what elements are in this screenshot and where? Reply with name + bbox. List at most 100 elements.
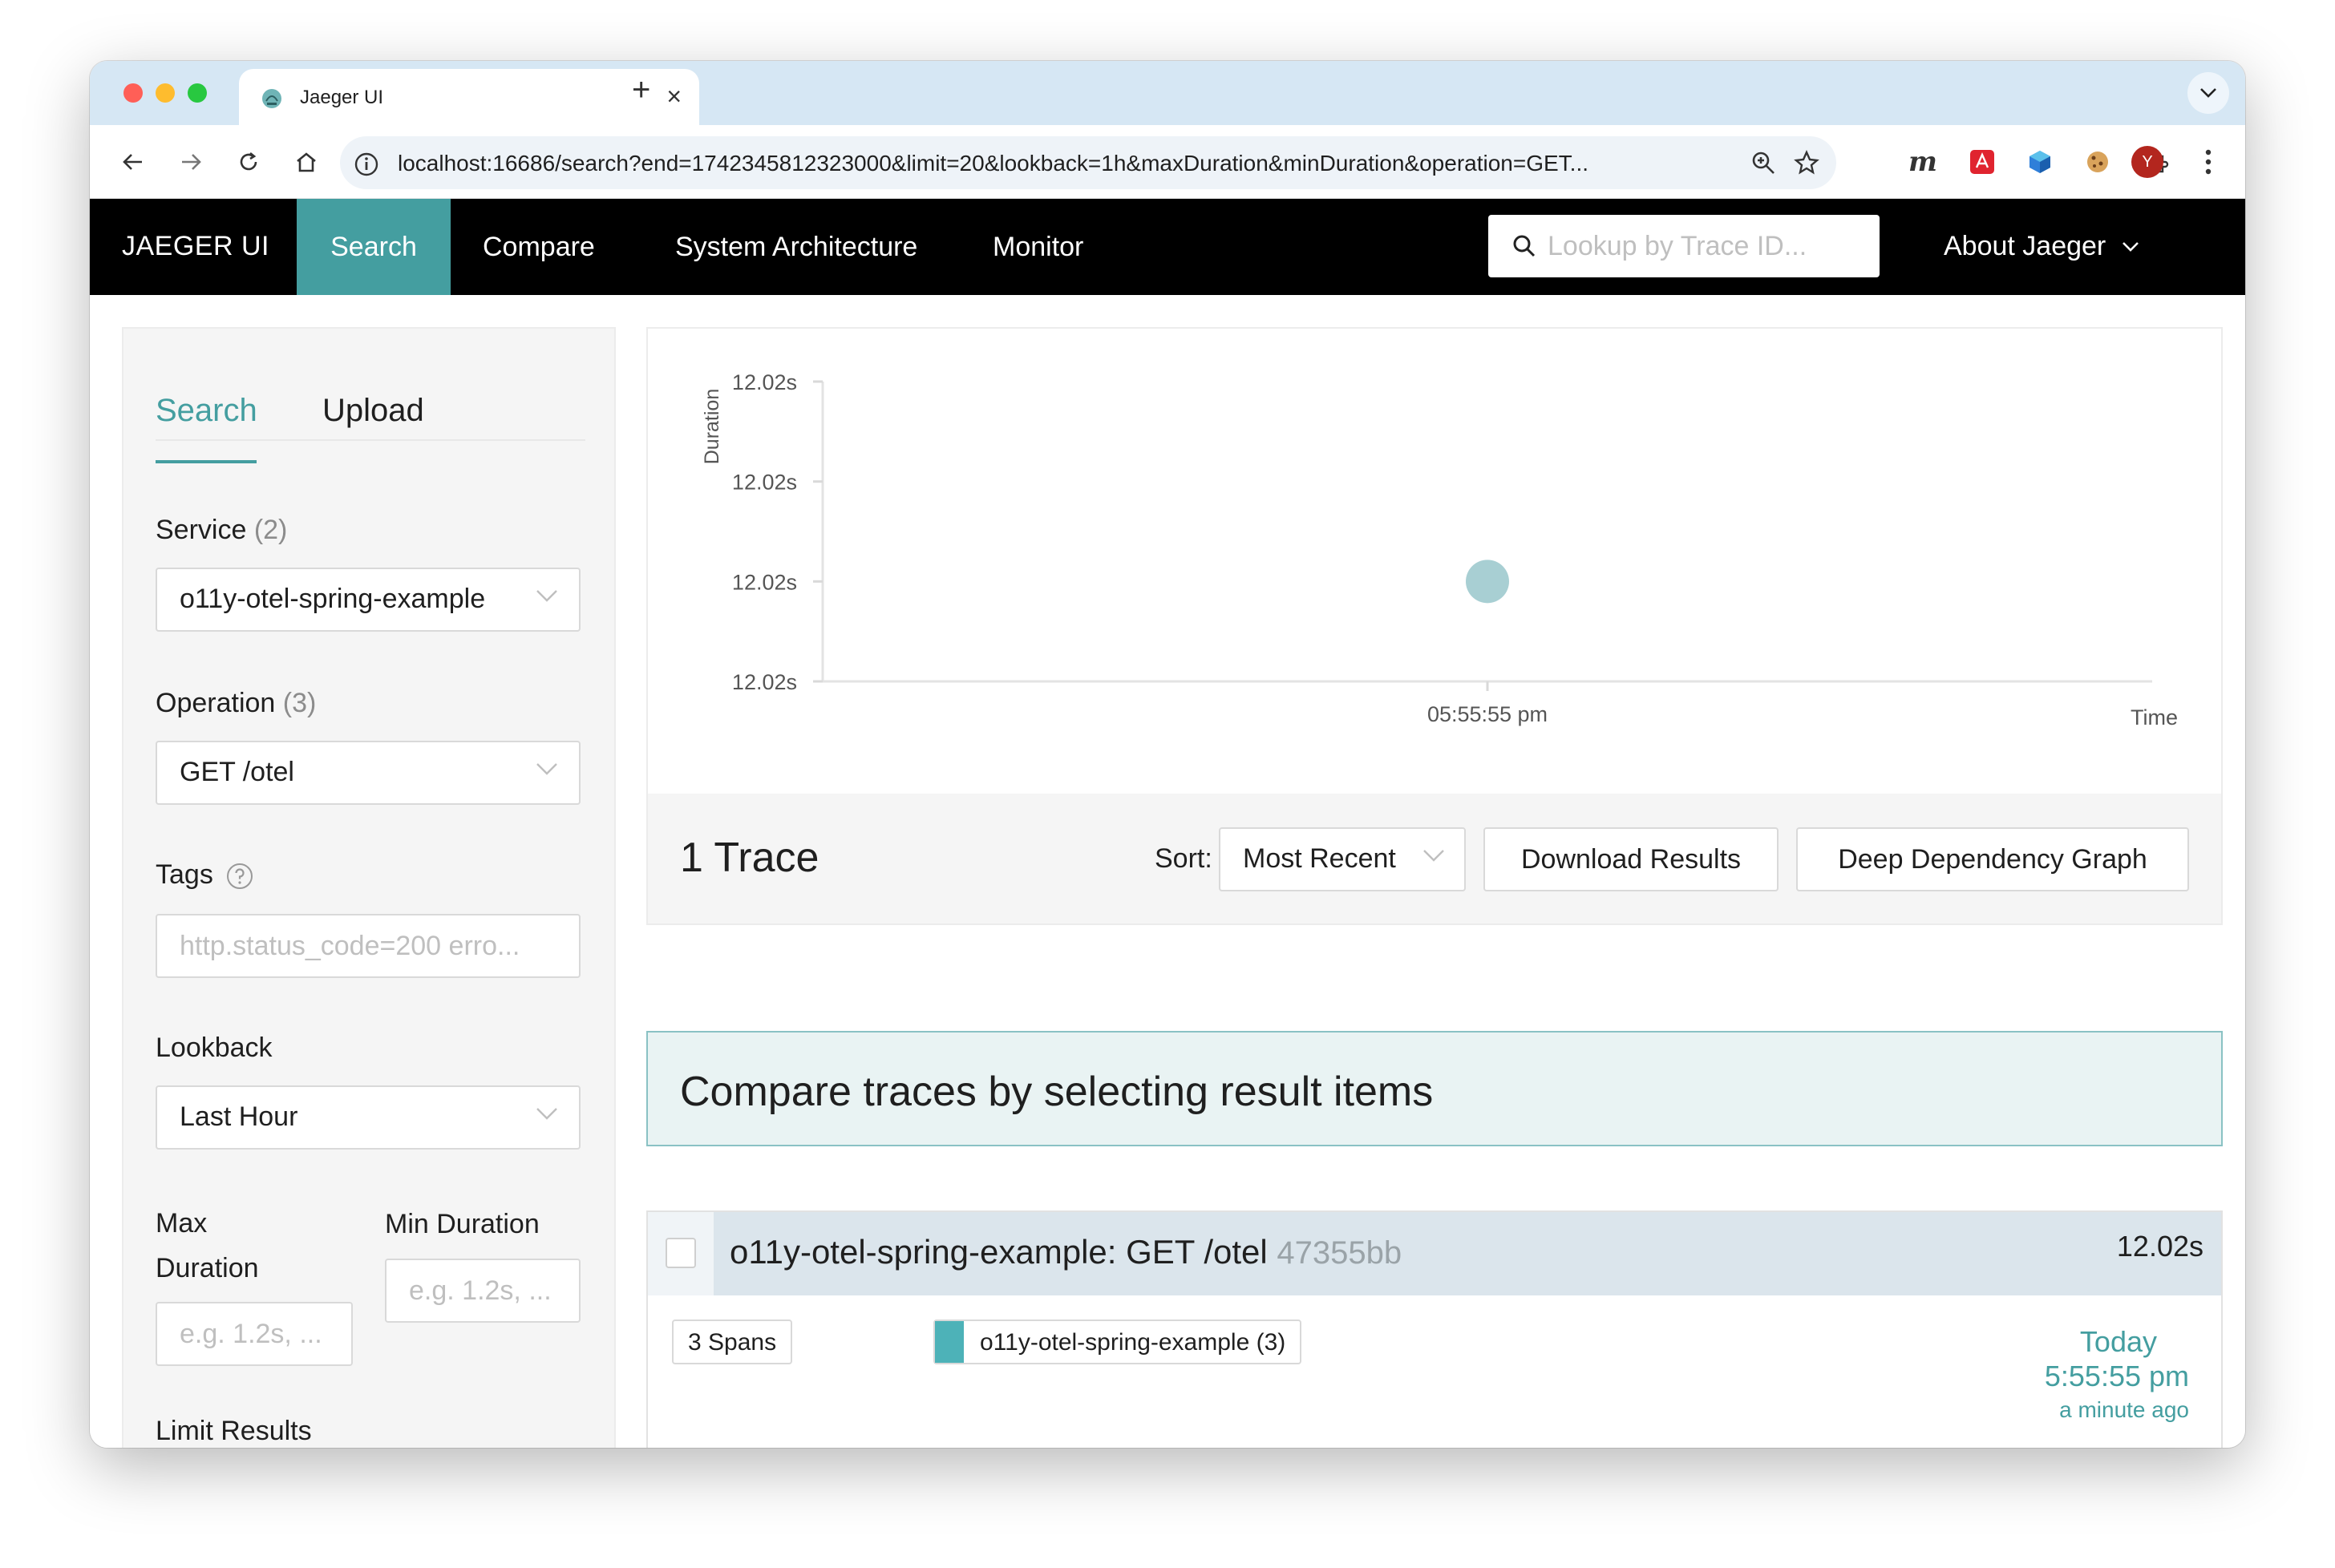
operation-select[interactable]: GET /otel (156, 741, 581, 805)
forward-arrow-icon (182, 154, 201, 170)
lookback-select[interactable]: Last Hour (156, 1085, 581, 1150)
search-icon (1513, 235, 1536, 257)
service-count: (2) (253, 515, 288, 545)
tags-input[interactable] (156, 914, 581, 978)
bookmark-star-icon[interactable] (1793, 149, 1820, 176)
trace-select-cell (648, 1212, 714, 1295)
max-duration-input[interactable] (156, 1302, 353, 1366)
browser-window: Jaeger UI × + localhost:16686/search?end… (90, 61, 2245, 1448)
trace-point[interactable] (1466, 560, 1509, 604)
nav-monitor[interactable]: Monitor (961, 199, 1115, 295)
extension-cube-icon[interactable] (2024, 146, 2056, 178)
extension-m-icon[interactable]: m (1907, 146, 1939, 178)
trace-result-body: 3 Spans o11y-otel-spring-example (3) Tod… (648, 1295, 2221, 1448)
close-tab-icon[interactable]: × (666, 82, 682, 111)
service-value: o11y-otel-spring-example (180, 584, 486, 614)
y-tick-label: 12.02s (732, 670, 797, 694)
compare-banner: Compare traces by selecting result items (646, 1031, 2223, 1146)
tags-label: Tags (156, 859, 254, 891)
jaeger-favicon-icon (262, 89, 281, 108)
tab-title: Jaeger UI (300, 87, 384, 108)
active-tab-indicator (156, 460, 257, 463)
zoom-icon[interactable] (1750, 149, 1777, 176)
service-color-swatch (935, 1321, 964, 1363)
back-button[interactable] (117, 146, 149, 178)
reload-button[interactable] (233, 146, 265, 178)
tab-upload[interactable]: Upload (322, 393, 424, 429)
y-tick-label: 12.02s (732, 370, 797, 394)
chevron-down-icon (536, 1108, 557, 1120)
trace-title-text: o11y-otel-spring-example: GET /otel (730, 1233, 1268, 1271)
profile-avatar[interactable]: Y (2131, 146, 2163, 178)
results-header: 1 Trace Sort: Most Recent Download Resul… (646, 794, 2223, 925)
operation-value: GET /otel (180, 757, 294, 787)
address-bar[interactable]: localhost:16686/search?end=1742345812323… (340, 136, 1836, 189)
trace-id-input[interactable] (1548, 224, 1868, 268)
browser-menu-button[interactable] (2192, 146, 2224, 178)
chevron-down-icon (1423, 850, 1444, 862)
chevron-down-icon (536, 763, 557, 775)
site-info-icon[interactable] (353, 151, 380, 178)
trace-select-checkbox[interactable] (666, 1238, 696, 1268)
chevron-down-icon (2123, 241, 2139, 252)
trace-scatter-chart: 12.02s 12.02s 12.02s 12.02s Duration 05:55:55… (646, 327, 2223, 795)
forward-button[interactable] (175, 146, 207, 178)
maximize-window-button[interactable] (188, 83, 207, 103)
about-jaeger-menu[interactable]: About Jaeger (1944, 231, 2139, 262)
min-duration-label: Min Duration (385, 1209, 540, 1239)
trace-id-lookup[interactable] (1488, 215, 1880, 277)
lookback-value: Last Hour (180, 1101, 298, 1132)
extension-cookie-icon[interactable] (2082, 146, 2114, 178)
reload-icon (240, 152, 257, 171)
browser-tab[interactable]: Jaeger UI × (239, 69, 699, 125)
trace-date: Today (2079, 1325, 2157, 1358)
trace-id: 47355bb (1277, 1235, 1402, 1271)
limit-results-label: Limit Results (156, 1416, 312, 1446)
chevron-down-icon (536, 590, 557, 602)
operation-count: (3) (282, 688, 317, 718)
minimize-window-button[interactable] (156, 83, 175, 103)
tab-search[interactable]: Search (156, 393, 257, 429)
x-axis-label: Time (2131, 705, 2178, 729)
close-window-button[interactable] (123, 83, 143, 103)
chevron-down-icon (2200, 88, 2216, 98)
max-duration-label: Max Duration (156, 1208, 259, 1283)
y-axis-label: Duration (701, 389, 723, 465)
tab-search-button[interactable] (2187, 72, 2229, 114)
min-duration-input[interactable] (385, 1259, 581, 1323)
back-arrow-icon (123, 154, 142, 170)
trace-time: 5:55:55 pm (2044, 1360, 2189, 1392)
trace-start-time: Today 5:55:55 pm a minute ago (2045, 1324, 2189, 1427)
x-tick-label: 05:55:55 pm (1427, 702, 1548, 726)
jaeger-top-nav: JAEGER UI Search Compare System Architec… (90, 199, 2245, 295)
new-tab-icon[interactable]: + (632, 72, 650, 108)
trace-result-header[interactable]: o11y-otel-spring-example: GET /otel 4735… (648, 1212, 2221, 1295)
home-button[interactable] (290, 146, 322, 178)
nav-compare[interactable]: Compare (451, 199, 627, 295)
more-vertical-icon (2205, 149, 2212, 175)
y-tick-label: 12.02s (732, 471, 797, 495)
jaeger-brand[interactable]: JAEGER UI (122, 231, 269, 262)
content-area: Search Upload Service (2) o11y-otel-spri… (90, 295, 2245, 1448)
results-count: 1 Trace (680, 835, 819, 881)
trace-result-item[interactable]: o11y-otel-spring-example: GET /otel 4735… (646, 1210, 2223, 1448)
download-results-button[interactable]: Download Results (1483, 827, 1779, 891)
search-sidebar: Search Upload Service (2) o11y-otel-spri… (122, 327, 616, 1448)
operation-label: Operation (3) (156, 688, 317, 718)
sort-select[interactable]: Most Recent (1219, 827, 1466, 891)
span-count-tag: 3 Spans (672, 1319, 793, 1364)
trace-duration: 12.02s (2116, 1230, 2203, 1263)
service-select[interactable]: o11y-otel-spring-example (156, 568, 581, 632)
extension-pdf-icon[interactable] (1966, 146, 1998, 178)
sort-label: Sort: (1155, 843, 1212, 874)
sidebar-tabs: Search Upload (156, 393, 585, 463)
service-tag: o11y-otel-spring-example (3) (933, 1319, 1302, 1364)
sort-value: Most Recent (1243, 843, 1396, 874)
help-icon[interactable] (225, 862, 254, 891)
service-tag-label: o11y-otel-spring-example (3) (980, 1329, 1286, 1356)
nav-search[interactable]: Search (297, 199, 451, 295)
trace-title[interactable]: o11y-otel-spring-example: GET /otel 4735… (730, 1233, 1402, 1271)
url-text[interactable]: localhost:16686/search?end=1742345812323… (398, 151, 1713, 176)
nav-system-architecture[interactable]: System Architecture (643, 199, 949, 295)
deep-dependency-graph-button[interactable]: Deep Dependency Graph (1796, 827, 2189, 891)
